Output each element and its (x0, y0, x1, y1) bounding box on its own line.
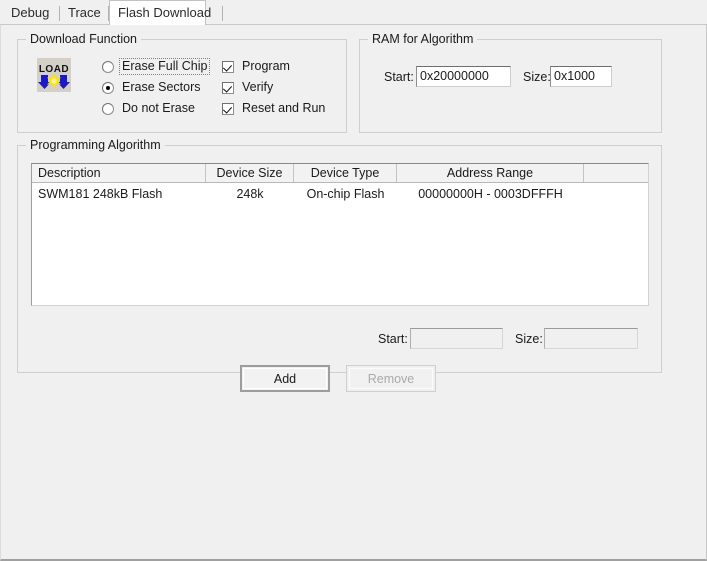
option-verify-label: Verify (242, 80, 274, 94)
algorithm-start-label: Start: (378, 332, 408, 346)
option-program-label: Program (242, 59, 290, 73)
tab-trace[interactable]: Trace (60, 3, 109, 24)
checkbox-program[interactable] (222, 60, 234, 73)
flash-download-dialog: Debug Trace Flash Download Download Func… (0, 0, 707, 561)
tab-separator (222, 6, 223, 21)
cell-address-range: 00000000H - 0003DFFFH (418, 187, 563, 201)
cell-device-size: 248k (236, 187, 264, 201)
column-header-description[interactable]: Description (32, 164, 206, 182)
remove-button-label: Remove (349, 368, 433, 389)
algorithm-size-input[interactable] (544, 328, 638, 349)
cell-description: SWM181 248kB Flash (38, 187, 163, 201)
radio-do-not-erase[interactable] (102, 102, 114, 115)
option-verify[interactable]: Verify (222, 79, 275, 96)
option-program[interactable]: Program (222, 58, 292, 75)
programming-algorithm-group: Programming Algorithm Description Device… (17, 138, 662, 373)
table-row[interactable]: SWM181 248kB Flash 248k On-chip Flash 00… (32, 186, 648, 203)
add-button-label: Add (243, 368, 327, 389)
tab-strip: Debug Trace Flash Download (0, 0, 707, 25)
add-button[interactable]: Add (240, 365, 330, 392)
algorithm-size-label: Size: (515, 332, 543, 346)
load-icon-graphic: LOAD (37, 58, 71, 92)
column-header-device-size[interactable]: Device Size (206, 164, 294, 182)
column-header-address-range[interactable]: Address Range (397, 164, 584, 182)
option-erase-sectors[interactable]: Erase Sectors (102, 79, 203, 96)
column-header-spacer[interactable] (584, 164, 648, 182)
tab-debug[interactable]: Debug (3, 3, 60, 24)
option-erase-full-chip-label: Erase Full Chip (118, 58, 211, 75)
radio-erase-sectors[interactable] (102, 81, 114, 94)
option-reset-and-run[interactable]: Reset and Run (222, 100, 327, 117)
tab-content-panel: Download Function LOAD Erase Full Chip E… (0, 24, 707, 561)
option-erase-full-chip[interactable]: Erase Full Chip (102, 58, 211, 75)
tab-flash-download[interactable]: Flash Download (109, 0, 211, 25)
checkbox-verify[interactable] (222, 81, 234, 94)
column-header-device-type[interactable]: Device Type (294, 164, 397, 182)
download-function-title: Download Function (26, 32, 142, 46)
download-function-group: Download Function LOAD Erase Full Chip E… (17, 32, 347, 133)
algorithm-start-input[interactable] (410, 328, 503, 349)
radio-erase-full-chip[interactable] (102, 60, 114, 73)
tab-trace-label: Trace (68, 5, 101, 20)
cell-device-type: On-chip Flash (306, 187, 385, 201)
remove-button: Remove (346, 365, 436, 392)
option-do-not-erase[interactable]: Do not Erase (102, 100, 197, 117)
programming-algorithm-title: Programming Algorithm (26, 138, 165, 152)
option-do-not-erase-label: Do not Erase (122, 101, 195, 115)
programming-algorithm-list[interactable]: Description Device Size Device Type Addr… (31, 163, 649, 306)
ram-start-input[interactable]: 0x20000000 (416, 66, 511, 87)
checkbox-reset-and-run[interactable] (222, 102, 234, 115)
option-erase-sectors-label: Erase Sectors (122, 80, 201, 94)
load-icon: LOAD (37, 58, 71, 92)
table-header-row: Description Device Size Device Type Addr… (32, 164, 648, 183)
option-reset-and-run-label: Reset and Run (242, 101, 326, 115)
ram-for-algorithm-group: RAM for Algorithm Start: 0x20000000 Size… (359, 32, 662, 133)
ram-start-label: Start: (384, 70, 414, 84)
ram-size-label: Size: (523, 70, 551, 84)
ram-size-input[interactable]: 0x1000 (550, 66, 612, 87)
tab-debug-label: Debug (11, 5, 50, 20)
tab-flash-download-label: Flash Download (118, 5, 212, 20)
ram-for-algorithm-title: RAM for Algorithm (368, 32, 478, 46)
